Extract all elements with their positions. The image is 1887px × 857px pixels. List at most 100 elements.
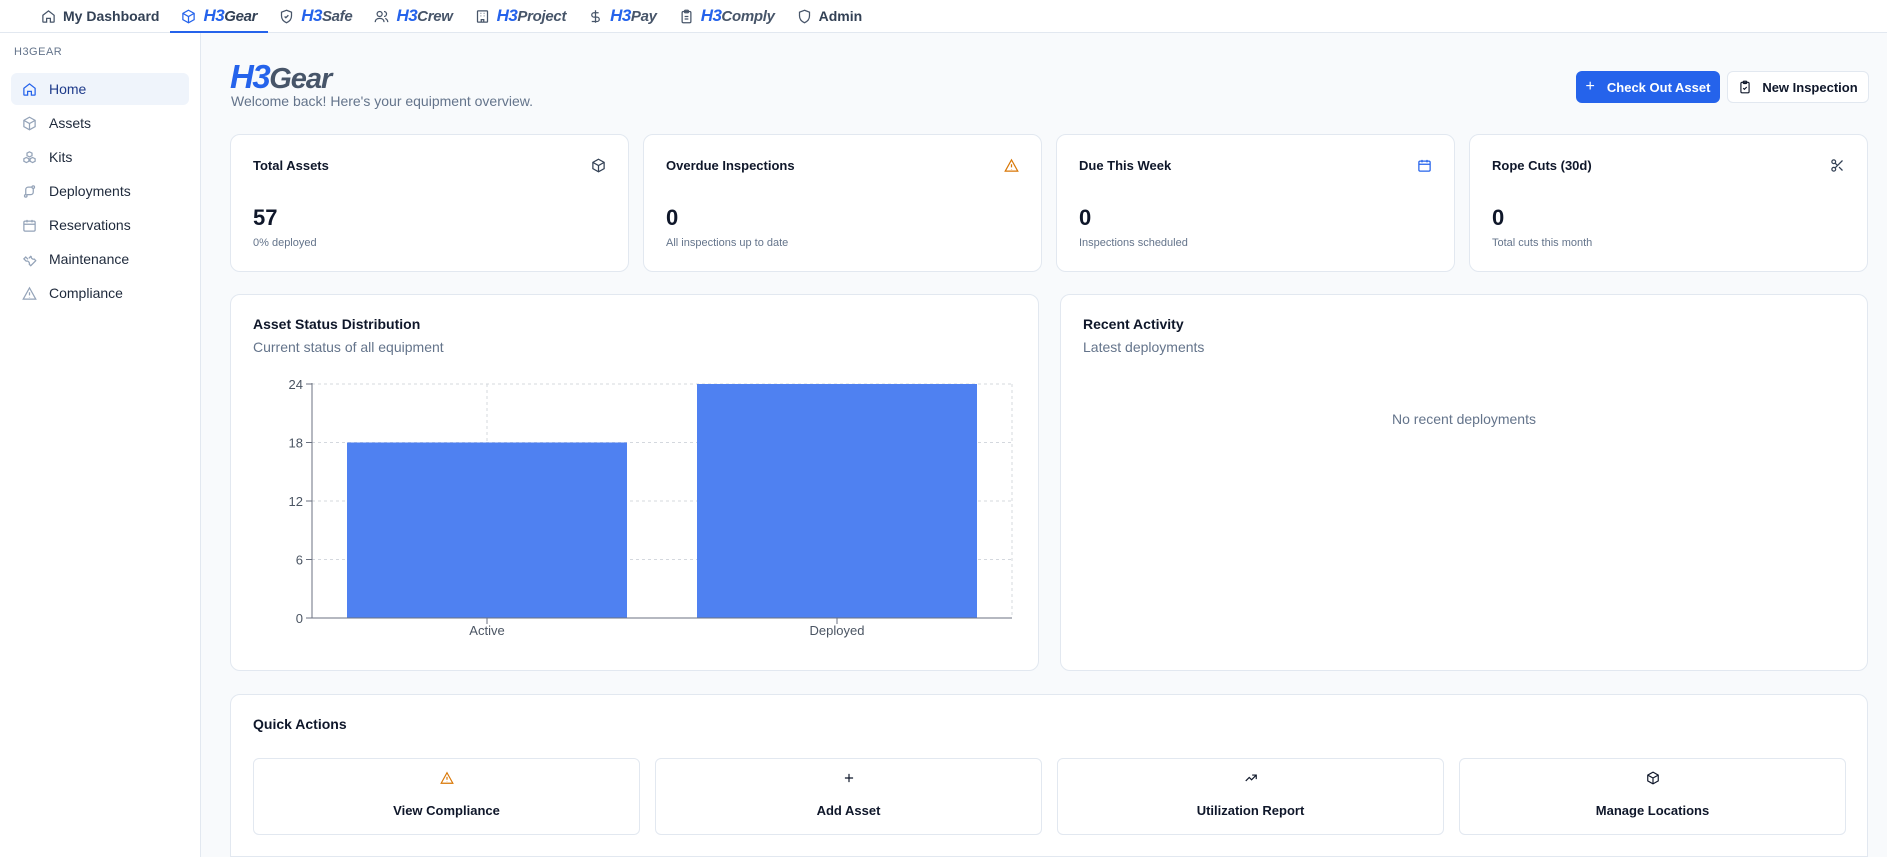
top-nav: My Dashboard H3 Gear H3 Safe H3 Crew H3 Proj…: [0, 0, 1887, 33]
y-tick-label: 12: [289, 494, 303, 509]
sidebar-item-deployments[interactable]: Deployments: [11, 175, 189, 207]
stat-title: Rope Cuts (30d): [1492, 158, 1592, 173]
panel-subtitle: Latest deployments: [1083, 339, 1205, 355]
button-label: Add Asset: [816, 803, 881, 818]
tab-label: My Dashboard: [63, 8, 160, 24]
button-label: Manage Locations: [1595, 803, 1710, 818]
clipboard-icon: [679, 9, 694, 24]
stat-value: 0: [1492, 205, 1505, 230]
x-tick-label: Deployed: [810, 623, 865, 638]
sidebar-item-label: Reservations: [49, 217, 131, 233]
cube-icon: [591, 158, 606, 173]
plus-icon: [842, 771, 856, 785]
calendar-icon: [22, 218, 37, 233]
logo-prefix: H3: [230, 58, 271, 95]
home-icon: [41, 9, 56, 24]
stat-title: Total Assets: [253, 158, 329, 173]
y-tick-label: 0: [296, 611, 303, 626]
tab-h3comply[interactable]: H3 Comply: [668, 2, 786, 31]
trending-up-icon: [1244, 771, 1258, 785]
panel-title: Quick Actions: [253, 716, 347, 732]
brand-prefix: H3: [396, 6, 418, 25]
new-inspection-button[interactable]: New Inspection: [1727, 71, 1869, 103]
view-compliance-button[interactable]: View Compliance: [253, 758, 640, 835]
cube-icon: [1646, 771, 1660, 785]
stat-subtext: 0% deployed: [253, 237, 317, 249]
sidebar-item-label: Assets: [49, 115, 92, 131]
stat-card-rope-cuts: Rope Cuts (30d) 0 Total cuts this month: [1469, 134, 1868, 272]
stat-subtext: Total cuts this month: [1492, 237, 1593, 249]
sidebar-item-label: Home: [49, 81, 87, 97]
sidebar-item-maintenance[interactable]: Maintenance: [11, 243, 189, 275]
tab-admin[interactable]: Admin: [786, 2, 874, 31]
y-tick-label: 6: [296, 553, 303, 568]
route-icon: [22, 184, 37, 199]
quick-actions-panel: Quick Actions View Compliance Add Asset …: [230, 694, 1868, 857]
brand-prefix: H3: [301, 6, 322, 25]
y-tick-label: 18: [289, 436, 303, 451]
brand-name: Pay: [630, 7, 657, 25]
scissors-icon: [1830, 158, 1845, 173]
wrench-icon: [22, 252, 37, 267]
sidebar-item-home[interactable]: Home: [11, 73, 189, 105]
logo-name: Gear: [269, 63, 332, 95]
shield-check-icon: [279, 9, 294, 24]
bar-active: [347, 442, 627, 618]
tab-h3project[interactable]: H3 Project: [464, 2, 578, 31]
home-icon: [22, 82, 37, 97]
brand-name: Gear: [224, 7, 258, 25]
button-label: Utilization Report: [1196, 803, 1305, 818]
stat-title: Overdue Inspections: [666, 158, 795, 173]
brand-prefix: H3: [610, 6, 631, 25]
sidebar-item-reservations[interactable]: Reservations: [11, 209, 189, 241]
manage-locations-button[interactable]: Manage Locations: [1459, 758, 1846, 835]
plus-icon: +: [1585, 78, 1595, 95]
stat-value: 0: [1079, 205, 1092, 230]
warning-icon: [1004, 158, 1019, 173]
stat-subtext: All inspections up to date: [666, 237, 789, 249]
x-tick-label: Active: [469, 623, 504, 638]
tab-h3gear[interactable]: H3 Gear: [170, 2, 268, 33]
users-icon: [374, 9, 389, 24]
button-label: View Compliance: [393, 803, 500, 818]
brand-prefix: H3: [496, 6, 518, 25]
warning-icon: [22, 286, 37, 301]
sidebar-item-label: Deployments: [49, 183, 131, 199]
tab-h3crew[interactable]: H3 Crew: [363, 2, 463, 31]
sidebar-heading: H3GEAR: [14, 46, 63, 58]
sidebar-item-assets[interactable]: Assets: [11, 107, 189, 139]
tab-h3safe[interactable]: H3 Safe: [268, 2, 363, 31]
sidebar-item-kits[interactable]: Kits: [11, 141, 189, 173]
check-out-asset-button[interactable]: + Check Out Asset: [1576, 71, 1720, 103]
stat-value: 57: [253, 205, 278, 230]
building-icon: [475, 9, 490, 24]
brand-prefix: H3: [700, 6, 722, 25]
bar-deployed: [697, 384, 977, 618]
asset-status-chart: 0 6 12 18 24 Active Deployed: [289, 377, 1013, 638]
tab-h3pay[interactable]: H3 Pay: [577, 2, 668, 31]
stat-title: Due This Week: [1079, 158, 1172, 173]
brand-name: Project: [517, 7, 567, 25]
recent-activity-panel: Recent Activity Latest deployments No re…: [1060, 294, 1868, 671]
brand-name: Safe: [321, 7, 353, 25]
sidebar-item-label: Kits: [49, 149, 73, 165]
brand-name: Comply: [721, 7, 775, 25]
stat-subtext: Inspections scheduled: [1079, 237, 1188, 249]
panel-title: Recent Activity: [1083, 316, 1184, 332]
button-label: New Inspection: [1762, 79, 1858, 95]
warning-icon: [439, 771, 454, 785]
stat-card-overdue-inspections: Overdue Inspections 0 All inspections up…: [643, 134, 1042, 272]
boxes-icon: [22, 150, 37, 165]
utilization-report-button[interactable]: Utilization Report: [1057, 758, 1444, 835]
calendar-icon: [1417, 158, 1432, 173]
stat-value: 0: [666, 205, 679, 230]
shield-icon: [797, 9, 812, 24]
button-label: Check Out Asset: [1606, 79, 1711, 95]
add-asset-button[interactable]: Add Asset: [655, 758, 1042, 835]
empty-state-text: No recent deployments: [1392, 411, 1536, 427]
brand-name: Crew: [417, 7, 453, 25]
tab-my-dashboard[interactable]: My Dashboard: [30, 2, 170, 31]
sidebar-item-label: Compliance: [49, 285, 123, 301]
sidebar-item-compliance[interactable]: Compliance: [11, 277, 189, 309]
clipboard-check-icon: [1738, 80, 1752, 94]
